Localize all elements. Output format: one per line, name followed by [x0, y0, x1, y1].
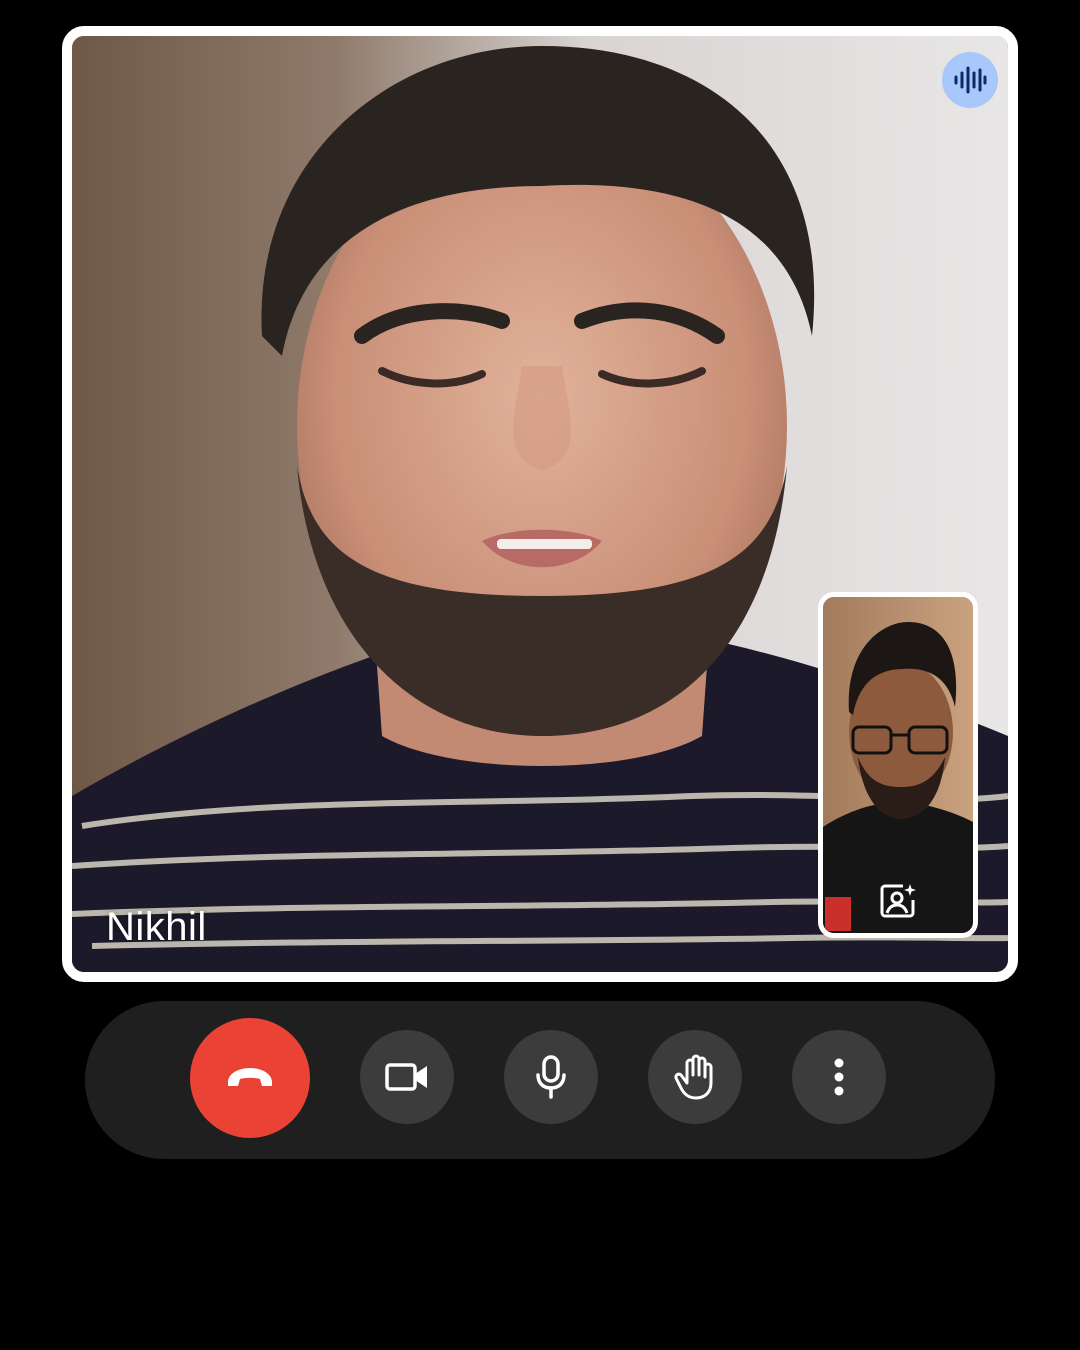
- camera-toggle-button[interactable]: [360, 1030, 454, 1124]
- audio-waveform-icon: [954, 66, 987, 94]
- more-options-button[interactable]: [792, 1030, 886, 1124]
- microphone-toggle-button[interactable]: [504, 1030, 598, 1124]
- call-controls-bar: [85, 1001, 995, 1159]
- self-view-tile[interactable]: [818, 592, 978, 938]
- speaking-indicator: [942, 52, 998, 108]
- more-vert-icon: [834, 1058, 844, 1096]
- raise-hand-icon: [674, 1054, 713, 1100]
- end-call-button[interactable]: [190, 1018, 310, 1138]
- microphone-icon: [536, 1055, 566, 1099]
- person-effects-icon: [880, 884, 916, 918]
- raise-hand-button[interactable]: [648, 1030, 742, 1124]
- end-call-icon: [228, 1068, 272, 1086]
- effects-button[interactable]: [876, 879, 920, 923]
- participant-name-label: Nikhil: [106, 905, 207, 949]
- camera-icon: [385, 1063, 427, 1091]
